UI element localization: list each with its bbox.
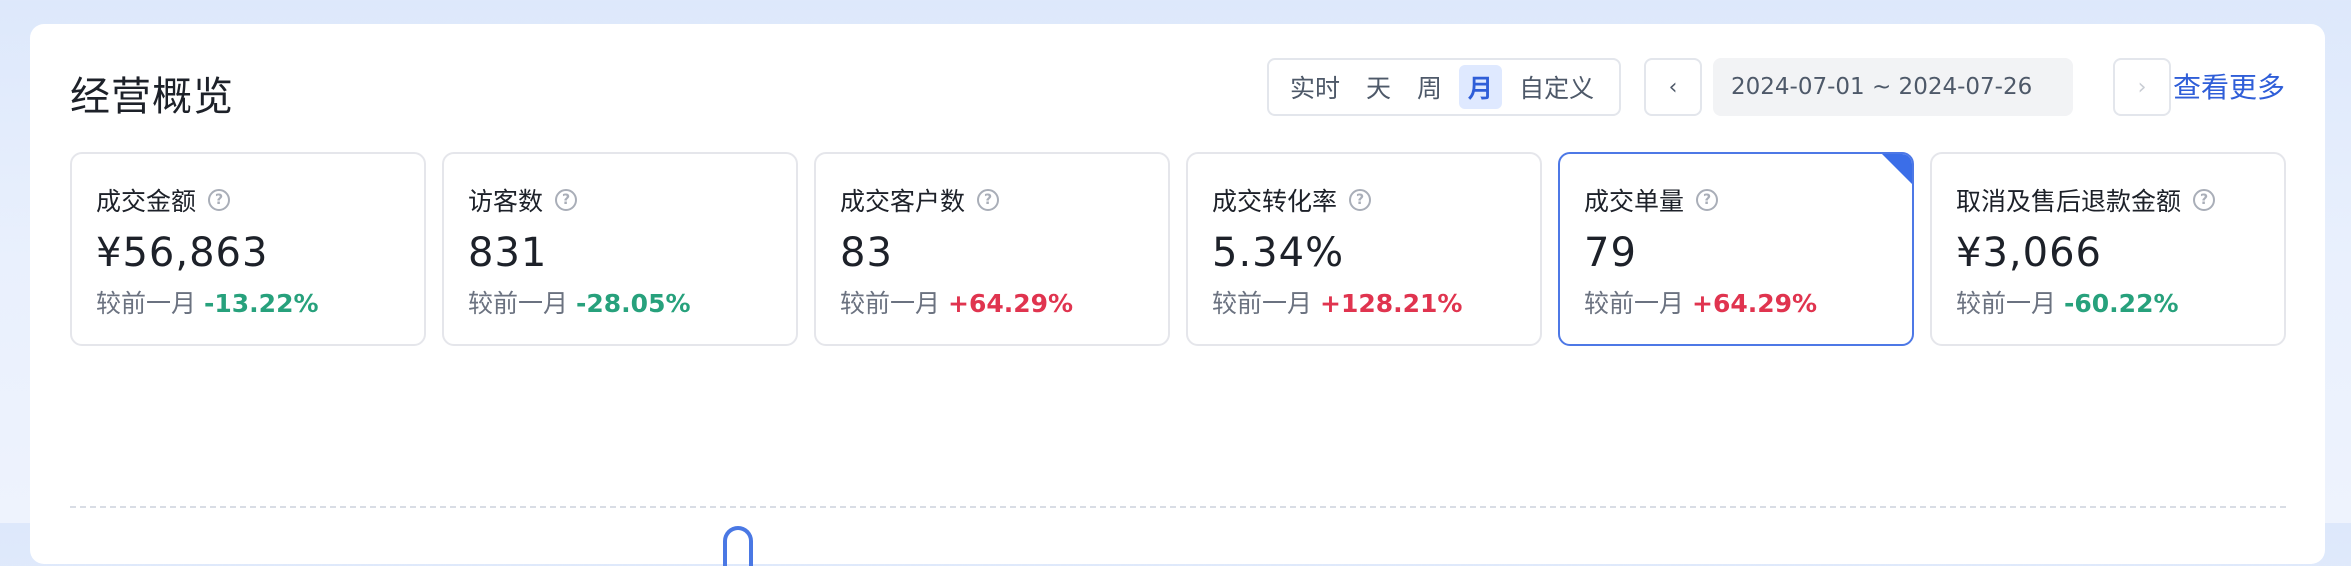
metric-delta: +64.29% bbox=[948, 289, 1074, 318]
compare-label: 较前一月 bbox=[1584, 289, 1685, 318]
metric-value: ¥56,863 bbox=[96, 230, 269, 276]
question-circle-icon[interactable]: ? bbox=[2193, 189, 2216, 211]
date-range-text: 2024-07-01 ~ 2024-07-26 bbox=[1731, 74, 2033, 100]
metric-label: 取消及售后退款金额 bbox=[1956, 187, 2182, 216]
metric-label: 成交金额 bbox=[96, 187, 197, 216]
question-circle-icon[interactable]: ? bbox=[1349, 189, 1372, 211]
prev-period-button[interactable]: ‹ bbox=[1644, 58, 1702, 116]
period-realtime[interactable]: 实时 bbox=[1281, 65, 1349, 109]
metric-value: 5.34% bbox=[1212, 230, 1345, 276]
compare-label: 较前一月 bbox=[96, 289, 197, 318]
period-custom[interactable]: 自定义 bbox=[1510, 65, 1603, 109]
metric-delta: -13.22% bbox=[204, 289, 319, 318]
metric-value: 831 bbox=[468, 230, 548, 276]
compare-label: 较前一月 bbox=[1212, 289, 1313, 318]
metric-value: ¥3,066 bbox=[1956, 230, 2102, 276]
metric-card-refund[interactable]: 取消及售后退款金额 ? ¥3,066 较前一月 -60.22% bbox=[1930, 152, 2286, 346]
metric-card-orders[interactable]: 成交单量 ? 79 较前一月 +64.29% bbox=[1558, 152, 1914, 346]
compare-label: 较前一月 bbox=[1956, 289, 2057, 318]
compare-label: 较前一月 bbox=[468, 289, 569, 318]
chart-series-line bbox=[723, 526, 753, 566]
metric-delta: +128.21% bbox=[1320, 289, 1463, 318]
compare-label: 较前一月 bbox=[840, 289, 941, 318]
metric-card-conversion[interactable]: 成交转化率 ? 5.34% 较前一月 +128.21% bbox=[1186, 152, 1542, 346]
metric-label: 访客数 bbox=[468, 187, 544, 216]
question-circle-icon[interactable]: ? bbox=[1696, 189, 1719, 211]
page-title: 经营概览 bbox=[70, 74, 234, 120]
metric-label: 成交客户数 bbox=[840, 187, 966, 216]
period-selector: 实时 天 周 月 自定义 bbox=[1267, 58, 1621, 116]
metric-card-visitors[interactable]: 访客数 ? 831 较前一月 -28.05% bbox=[442, 152, 798, 346]
period-week[interactable]: 周 bbox=[1408, 65, 1451, 109]
view-more-link[interactable]: 查看更多 bbox=[2173, 66, 2285, 106]
period-month[interactable]: 月 bbox=[1459, 65, 1503, 109]
metric-delta: -28.05% bbox=[576, 289, 691, 318]
metric-label: 成交单量 bbox=[1584, 187, 1685, 216]
metric-delta: -60.22% bbox=[2064, 289, 2179, 318]
metric-delta: +64.29% bbox=[1692, 289, 1818, 318]
date-range-picker[interactable]: 2024-07-01 ~ 2024-07-26 bbox=[1713, 58, 2073, 116]
selected-corner-marker bbox=[1882, 154, 1912, 184]
metric-label: 成交转化率 bbox=[1212, 187, 1338, 216]
question-circle-icon[interactable]: ? bbox=[208, 189, 231, 211]
chevron-right-icon: › bbox=[2137, 74, 2147, 100]
period-day[interactable]: 天 bbox=[1357, 65, 1400, 109]
metric-value: 79 bbox=[1584, 230, 1637, 276]
metric-card-gmv[interactable]: 成交金额 ? ¥56,863 较前一月 -13.22% bbox=[70, 152, 426, 346]
question-circle-icon[interactable]: ? bbox=[977, 189, 1000, 211]
question-circle-icon[interactable]: ? bbox=[555, 189, 578, 211]
overview-card: 经营概览 实时 天 周 月 自定义 ‹ 2024-07-01 ~ 2024-07… bbox=[30, 24, 2325, 566]
metric-card-buyers[interactable]: 成交客户数 ? 83 较前一月 +64.29% bbox=[814, 152, 1170, 346]
chevron-left-icon: ‹ bbox=[1668, 74, 1678, 100]
metric-value: 83 bbox=[840, 230, 893, 276]
chart-gridline bbox=[70, 506, 2286, 508]
next-period-button[interactable]: › bbox=[2113, 58, 2171, 116]
